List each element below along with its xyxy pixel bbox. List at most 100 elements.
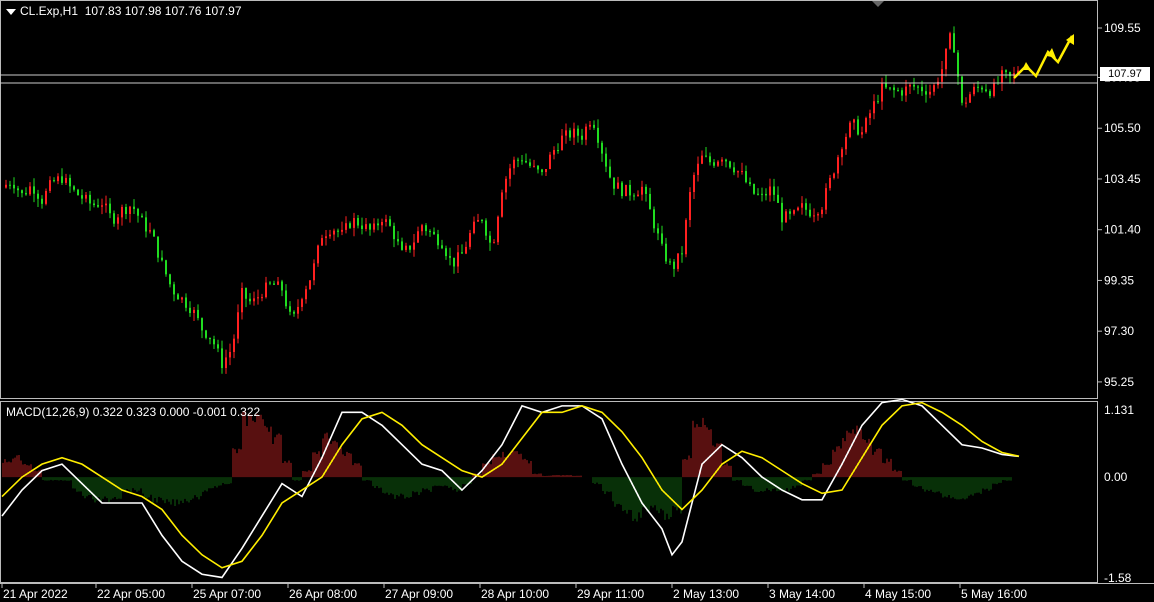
candle-body: [97, 205, 99, 207]
candle-body: [205, 330, 207, 338]
candle-body: [857, 119, 859, 135]
candle-body: [765, 193, 767, 196]
candle-body: [657, 228, 659, 234]
candle-body: [677, 253, 679, 269]
candle-body: [985, 89, 987, 92]
candle-body: [49, 180, 51, 191]
candle-body: [849, 122, 851, 137]
candle-body: [749, 182, 751, 185]
candle-body: [525, 160, 527, 163]
candle-body: [373, 223, 375, 230]
candle-body: [185, 297, 187, 308]
candle-body: [21, 190, 23, 194]
candle-body: [149, 230, 151, 232]
candle-body: [845, 136, 847, 150]
candle-body: [505, 178, 507, 193]
candle-body: [921, 86, 923, 92]
candle-body: [101, 205, 103, 207]
candle-body: [193, 309, 195, 314]
candle-body: [829, 177, 831, 189]
candle-body: [441, 245, 443, 249]
candle-body: [881, 83, 883, 102]
macd-tick-label: 1.131: [1104, 403, 1134, 417]
dropdown-triangle-icon[interactable]: [6, 8, 16, 15]
candle-body: [93, 203, 95, 206]
candle-body: [153, 230, 155, 237]
candle-body: [305, 289, 307, 300]
candle-body: [493, 242, 495, 244]
candle-body: [401, 241, 403, 250]
candle-body: [389, 219, 391, 226]
candle-body: [13, 184, 15, 189]
candle-body: [89, 194, 91, 204]
price-tick-label: 95.25: [1104, 375, 1134, 389]
candle-body: [53, 180, 55, 182]
candle-body: [349, 223, 351, 228]
candle-body: [869, 113, 871, 119]
time-tick-label: 3 May 14:00: [769, 587, 835, 601]
candle-body: [665, 243, 667, 262]
candle-body: [293, 311, 295, 314]
candle-body: [577, 128, 579, 136]
candle-body: [621, 182, 623, 197]
candle-body: [557, 150, 559, 152]
candle-body: [989, 91, 991, 96]
candle-body: [873, 101, 875, 114]
candle-body: [633, 195, 635, 197]
candle-body: [833, 173, 835, 178]
candle-body: [261, 297, 263, 299]
candle-body: [489, 235, 491, 243]
candle-body: [113, 213, 115, 224]
candle-body: [785, 211, 787, 223]
candle-body: [365, 224, 367, 229]
candle-body: [513, 159, 515, 169]
candle-body: [761, 193, 763, 195]
candle-body: [897, 90, 899, 92]
candle-body: [709, 156, 711, 163]
candle-body: [981, 87, 983, 90]
time-tick-label: 29 Apr 11:00: [577, 587, 644, 601]
candle-body: [313, 263, 315, 281]
candle-body: [485, 220, 487, 236]
candle-body: [661, 233, 663, 244]
candle-body: [141, 215, 143, 218]
candle-body: [717, 161, 719, 166]
candle-body: [501, 192, 503, 217]
candle-body: [521, 160, 523, 162]
candle-body: [405, 245, 407, 250]
candle-body: [109, 203, 111, 214]
price-tick-label: 109.55: [1104, 21, 1141, 35]
forecast-arrow-icon: [1013, 35, 1074, 79]
candle-body: [757, 193, 759, 195]
candle-body: [933, 85, 935, 92]
candle-body: [69, 177, 71, 187]
candle-body: [241, 287, 243, 313]
candle-body: [397, 239, 399, 242]
candle-body: [317, 245, 319, 264]
candle-body: [209, 337, 211, 340]
candle-body: [105, 203, 107, 206]
candle-body: [865, 118, 867, 133]
candle-body: [681, 253, 683, 255]
candle-body: [545, 169, 547, 173]
candle-body: [257, 297, 259, 299]
candle-body: [913, 84, 915, 87]
candle-body: [781, 202, 783, 223]
candle-body: [77, 189, 79, 196]
candle-body: [145, 217, 147, 232]
candle-body: [425, 225, 427, 232]
price-pane-frame: [0, 0, 1098, 399]
time-tick-label: 25 Apr 07:00: [193, 587, 261, 601]
candle-body: [161, 257, 163, 261]
time-tick-label: 22 Apr 05:00: [97, 587, 165, 601]
candle-body: [265, 282, 267, 298]
macd-tick-label: 0.00: [1104, 470, 1128, 484]
macd-indicator-label: MACD(12,26,9) 0.322 0.323 0.000 -0.001 0…: [6, 405, 260, 419]
chart-area[interactable]: 109.55107.55105.50103.45101.4099.3597.30…: [0, 0, 1154, 602]
candle-body: [273, 283, 275, 285]
candle-body: [157, 236, 159, 258]
candle-body: [993, 82, 995, 96]
candle-body: [357, 218, 359, 226]
candle-body: [289, 306, 291, 312]
candle-body: [465, 246, 467, 254]
